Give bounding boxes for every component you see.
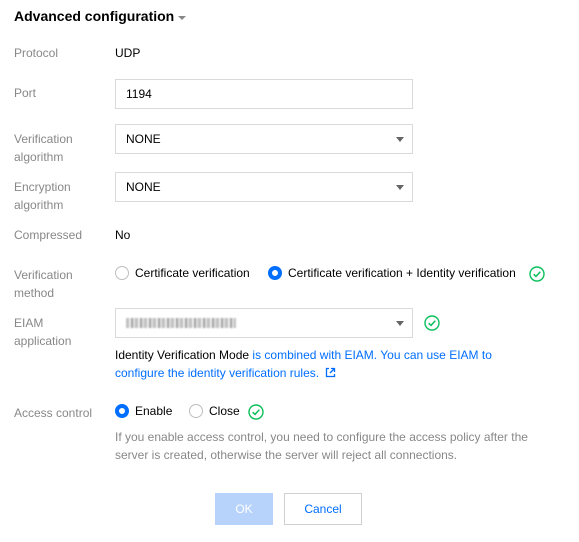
chevron-down-icon bbox=[396, 137, 404, 142]
caret-down-icon bbox=[178, 15, 187, 20]
radio-close[interactable]: Close bbox=[189, 404, 240, 418]
port-input[interactable]: 1194 bbox=[115, 79, 413, 109]
encryption-algorithm-label: Encryption algorithm bbox=[14, 180, 71, 212]
radio-unchecked-icon bbox=[115, 266, 129, 280]
ok-button[interactable]: OK bbox=[215, 493, 273, 525]
port-value: 1194 bbox=[126, 87, 152, 101]
radio-unchecked-icon bbox=[189, 404, 203, 418]
eiam-application-select[interactable] bbox=[115, 308, 413, 338]
chevron-down-icon bbox=[396, 321, 404, 326]
verification-algorithm-select[interactable]: NONE bbox=[115, 124, 413, 154]
radio-checked-icon bbox=[115, 404, 129, 418]
verification-algorithm-label: Verification algorithm bbox=[14, 132, 73, 164]
verification-method-label: Verification method bbox=[14, 268, 73, 300]
redacted-value bbox=[126, 318, 236, 328]
radio-checked-icon bbox=[268, 266, 282, 280]
encryption-algorithm-select[interactable]: NONE bbox=[115, 172, 413, 202]
access-control-note: If you enable access control, you need t… bbox=[115, 430, 528, 462]
success-check-icon bbox=[248, 404, 264, 420]
compressed-value: No bbox=[115, 228, 131, 242]
cancel-button[interactable]: Cancel bbox=[284, 493, 362, 525]
section-title: Advanced configuration bbox=[14, 8, 175, 24]
radio-certificate-verification[interactable]: Certificate verification bbox=[115, 266, 250, 280]
radio-enable[interactable]: Enable bbox=[115, 404, 172, 418]
protocol-value: UDP bbox=[115, 46, 141, 60]
eiam-application-label: EIAM application bbox=[14, 316, 72, 348]
eiam-help-link[interactable]: is combined with EIAM. You can use EIAM … bbox=[249, 348, 491, 362]
access-control-label: Access control bbox=[14, 406, 93, 420]
chevron-down-icon bbox=[396, 185, 404, 190]
eiam-help-link-line2[interactable]: configure the identity verification rule… bbox=[115, 366, 319, 380]
success-check-icon bbox=[529, 266, 545, 282]
external-link-icon[interactable] bbox=[325, 367, 336, 378]
radio-certificate-identity-verification[interactable]: Certificate verification + Identity veri… bbox=[268, 266, 516, 280]
verification-algorithm-value: NONE bbox=[126, 132, 161, 146]
success-check-icon bbox=[424, 315, 440, 331]
compressed-label: Compressed bbox=[14, 228, 83, 242]
section-header[interactable]: Advanced configuration bbox=[14, 8, 187, 24]
encryption-algorithm-value: NONE bbox=[126, 180, 161, 194]
port-label: Port bbox=[14, 86, 37, 100]
protocol-label: Protocol bbox=[14, 46, 59, 60]
eiam-help-text: Identity Verification Mode is combined w… bbox=[115, 348, 492, 380]
